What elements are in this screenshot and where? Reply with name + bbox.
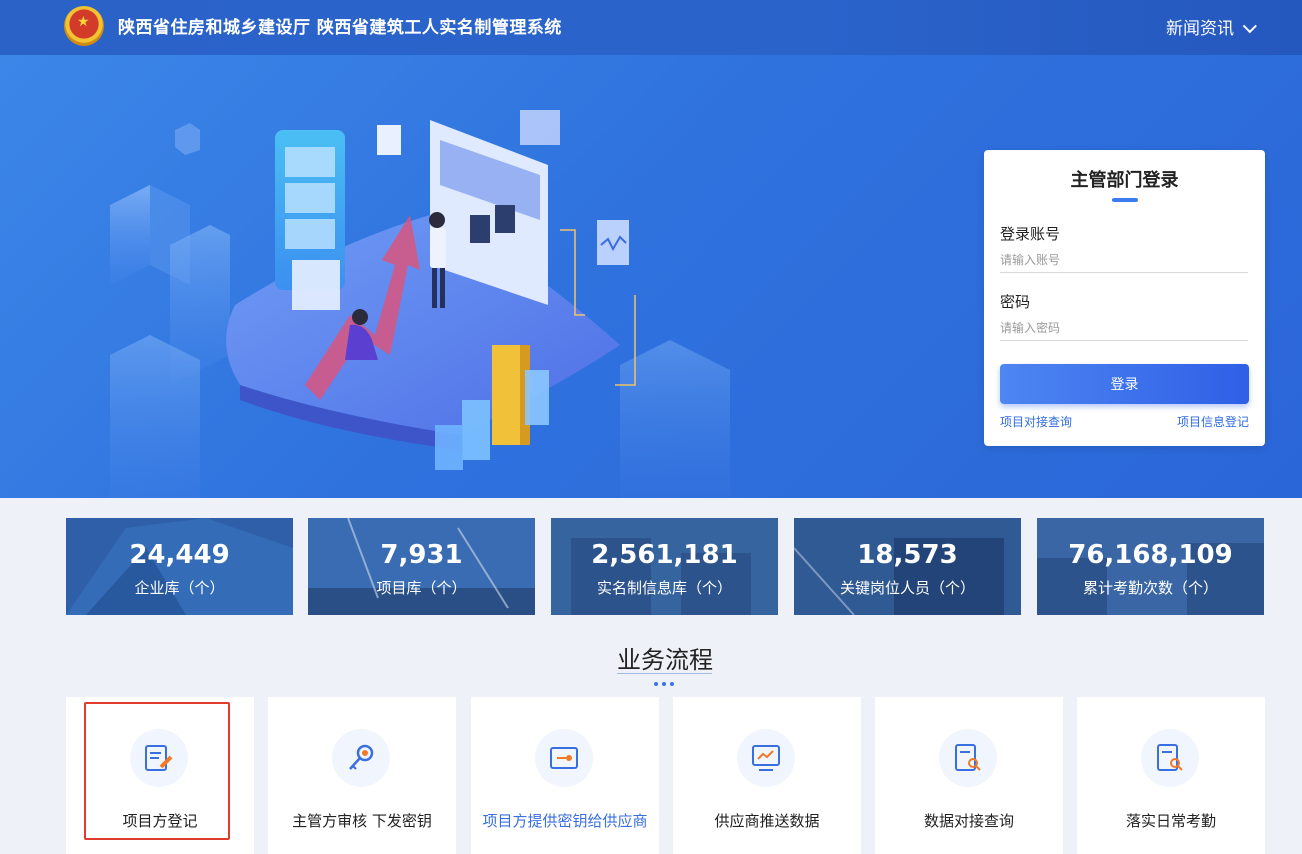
section-title-dots: [652, 671, 678, 686]
key-icon: [332, 729, 390, 787]
stat-value: 24,449: [129, 540, 230, 570]
process-step-label: 数据对接查询: [923, 812, 1014, 830]
password-input[interactable]: [1000, 316, 1248, 341]
project-register-link[interactable]: 项目信息登记: [1177, 413, 1249, 430]
process-step-card[interactable]: 项目方提供密钥给供应商: [471, 697, 659, 854]
section-title: 业务流程: [617, 646, 713, 674]
chevron-down-icon: [1242, 19, 1257, 34]
title-underline: [1112, 198, 1138, 202]
account-label: 登录账号: [1000, 225, 1061, 243]
stat-card: 7,931 项目库（个）: [308, 518, 535, 615]
stat-label: 实名制信息库（个）: [596, 579, 732, 597]
stat-label: 关键岗位人员（个）: [839, 579, 975, 597]
stat-label: 企业库（个）: [134, 579, 225, 597]
process-step-label: 供应商推送数据: [714, 812, 820, 830]
stat-label: 累计考勤次数（个）: [1082, 579, 1218, 597]
password-label: 密码: [1000, 293, 1031, 311]
news-menu-label: 新闻资讯: [1166, 19, 1234, 39]
news-menu[interactable]: 新闻资讯: [1166, 14, 1257, 39]
login-button[interactable]: 登录: [1000, 364, 1249, 404]
process-step-card[interactable]: 主管方审核 下发密钥: [268, 697, 456, 854]
process-step-label: 项目方提供密钥给供应商: [482, 812, 648, 830]
stat-value: 18,573: [857, 540, 958, 570]
stat-card: 2,561,181 实名制信息库（个）: [551, 518, 778, 615]
national-emblem-logo: ★: [64, 6, 104, 46]
doc-search-icon: [1141, 729, 1199, 787]
monitor-chart-icon: [737, 729, 795, 787]
stat-card: 76,168,109 累计考勤次数（个）: [1037, 518, 1264, 615]
process-step-label: 主管方审核 下发密钥: [292, 812, 432, 830]
process-step-card[interactable]: 落实日常考勤: [1077, 697, 1265, 854]
stat-value: 2,561,181: [591, 540, 738, 570]
stat-card: 24,449 企业库（个）: [66, 518, 293, 615]
selection-highlight-box: [84, 702, 230, 840]
doc-search-icon: [939, 729, 997, 787]
hero-banner: 主管部门登录 登录账号 密码 登录 项目对接查询 项目信息登记: [0, 55, 1302, 498]
stat-card: 18,573 关键岗位人员（个）: [794, 518, 1021, 615]
key-card-icon: [535, 729, 593, 787]
login-title: 主管部门登录: [1070, 170, 1179, 191]
top-bar: ★ 陕西省住房和城乡建设厅 陕西省建筑工人实名制管理系统 新闻资讯: [0, 0, 1302, 55]
stat-label: 项目库（个）: [376, 579, 467, 597]
site-title: 陕西省住房和城乡建设厅 陕西省建筑工人实名制管理系统: [118, 18, 562, 38]
stat-value: 76,168,109: [1068, 540, 1233, 570]
process-step-label: 落实日常考勤: [1125, 812, 1216, 830]
process-step-card[interactable]: 供应商推送数据: [673, 697, 861, 854]
stat-value: 7,931: [380, 540, 463, 570]
account-input[interactable]: [1000, 248, 1248, 273]
login-panel: 主管部门登录 登录账号 密码 登录 项目对接查询 项目信息登记: [984, 150, 1265, 446]
project-query-link[interactable]: 项目对接查询: [1000, 413, 1072, 430]
process-step-card[interactable]: 数据对接查询: [875, 697, 1063, 854]
